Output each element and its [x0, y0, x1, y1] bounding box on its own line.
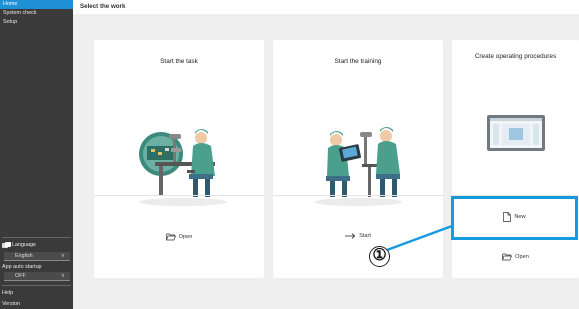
callout-line [386, 224, 453, 252]
callout-number: ① [369, 246, 390, 267]
